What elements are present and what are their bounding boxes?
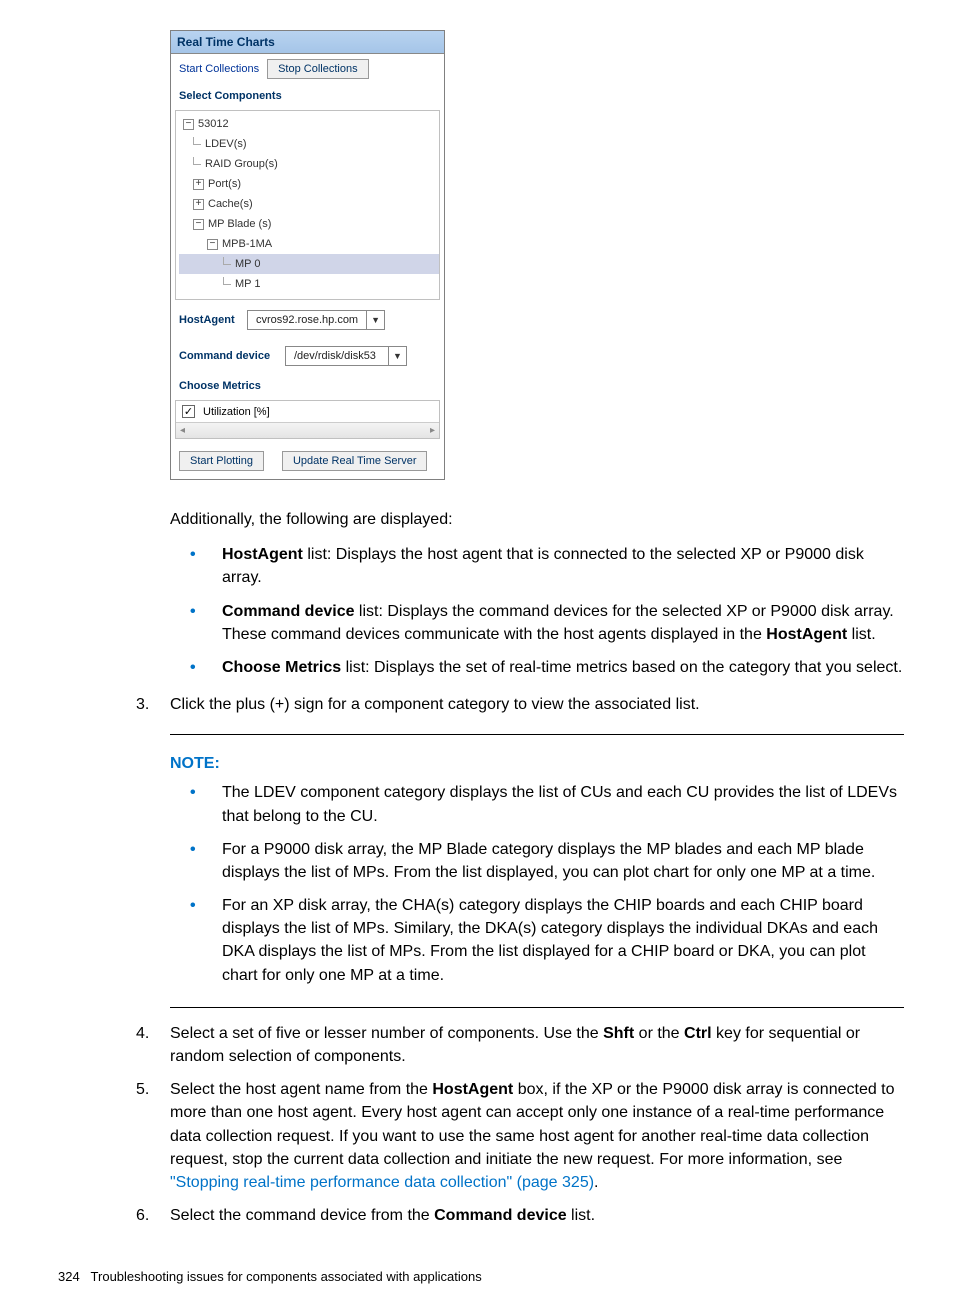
- list-item: HostAgent list: Displays the host agent …: [190, 543, 904, 589]
- hostagent-row: HostAgent cvros92.rose.hp.com ▼: [171, 302, 444, 338]
- step-3: Click the plus (+) sign for a component …: [130, 693, 904, 716]
- note-heading: NOTE:: [170, 755, 904, 773]
- realtime-charts-panel: Real Time Charts Start Collections Stop …: [170, 30, 445, 480]
- component-tree[interactable]: − 53012 LDEV(s) RAID Group(s) + Port(s) …: [175, 110, 440, 300]
- tree-node-label: LDEV(s): [205, 138, 247, 150]
- collections-toolbar: Start Collections Stop Collections: [171, 54, 444, 84]
- step-list-first: Click the plus (+) sign for a component …: [130, 693, 904, 716]
- select-components-label: Select Components: [171, 84, 444, 108]
- tree-node-label: MPB-1MA: [222, 238, 272, 250]
- display-list: HostAgent list: Displays the host agent …: [190, 543, 904, 679]
- expand-icon[interactable]: +: [193, 179, 204, 190]
- hostagent-label: HostAgent: [179, 314, 247, 326]
- expand-icon[interactable]: +: [193, 199, 204, 210]
- choose-metrics-label: Choose Metrics: [171, 374, 444, 398]
- chevron-down-icon[interactable]: ▼: [366, 311, 384, 329]
- tree-node-mpb1ma[interactable]: − MPB-1MA: [179, 234, 439, 254]
- list-item: For an XP disk array, the CHA(s) categor…: [190, 894, 904, 987]
- tree-node-label: 53012: [198, 118, 229, 130]
- list-item: Choose Metrics list: Displays the set of…: [190, 656, 904, 679]
- scroll-left-icon[interactable]: ◂: [180, 425, 185, 436]
- command-device-row: Command device /dev/rdisk/disk53 ▼: [171, 338, 444, 374]
- command-device-label: Command device: [179, 350, 285, 362]
- step-list-second: Select a set of five or lesser number of…: [130, 1022, 904, 1228]
- update-realtime-server-button[interactable]: Update Real Time Server: [282, 451, 428, 471]
- step-6: Select the command device from the Comma…: [130, 1204, 904, 1227]
- footer-title: Troubleshooting issues for components as…: [91, 1269, 482, 1284]
- start-collections-link[interactable]: Start Collections: [171, 61, 267, 77]
- note-list: The LDEV component category displays the…: [190, 781, 904, 987]
- tree-node-cache[interactable]: + Cache(s): [179, 194, 439, 214]
- note-box: NOTE: The LDEV component category displa…: [170, 734, 904, 1008]
- tree-node-mpblade[interactable]: − MP Blade (s): [179, 214, 439, 234]
- tree-node-label: Cache(s): [208, 198, 253, 210]
- branch-icon: [193, 137, 201, 145]
- command-device-value: /dev/rdisk/disk53: [286, 350, 388, 362]
- start-plotting-button[interactable]: Start Plotting: [179, 451, 264, 471]
- tree-node-mp0[interactable]: MP 0: [179, 254, 439, 274]
- metrics-list: ✓ Utilization [%] ◂ ▸: [175, 400, 440, 439]
- metric-utilization[interactable]: ✓ Utilization [%]: [176, 401, 439, 422]
- tree-node-label: MP 1: [235, 278, 260, 290]
- step-5: Select the host agent name from the Host…: [130, 1078, 904, 1194]
- list-item: Command device list: Displays the comman…: [190, 600, 904, 646]
- action-row: Start Plotting Update Real Time Server: [171, 443, 444, 479]
- metric-label: Utilization [%]: [203, 406, 270, 418]
- stop-collections-button[interactable]: Stop Collections: [267, 59, 369, 79]
- collapse-icon[interactable]: −: [207, 239, 218, 250]
- list-item: For a P9000 disk array, the MP Blade cat…: [190, 838, 904, 884]
- tree-node-mp1[interactable]: MP 1: [179, 274, 439, 294]
- tree-node-root[interactable]: − 53012: [179, 114, 439, 134]
- scrollbar[interactable]: ◂ ▸: [176, 422, 439, 438]
- list-item: The LDEV component category displays the…: [190, 781, 904, 827]
- page-footer: 324 Troubleshooting issues for component…: [58, 1269, 904, 1284]
- page-number: 324: [58, 1269, 80, 1284]
- hostagent-select[interactable]: cvros92.rose.hp.com ▼: [247, 310, 385, 330]
- branch-icon: [193, 157, 201, 165]
- collapse-icon[interactable]: −: [193, 219, 204, 230]
- chevron-down-icon[interactable]: ▼: [388, 347, 406, 365]
- tree-node-label: MP 0: [235, 258, 260, 270]
- step-4: Select a set of five or lesser number of…: [130, 1022, 904, 1068]
- branch-icon: [223, 257, 231, 265]
- branch-icon: [223, 277, 231, 285]
- collapse-icon[interactable]: −: [183, 119, 194, 130]
- checkbox-checked-icon[interactable]: ✓: [182, 405, 195, 418]
- tree-node-ports[interactable]: + Port(s): [179, 174, 439, 194]
- tree-node-ldev[interactable]: LDEV(s): [179, 134, 439, 154]
- scroll-right-icon[interactable]: ▸: [430, 425, 435, 436]
- command-device-select[interactable]: /dev/rdisk/disk53 ▼: [285, 346, 407, 366]
- tree-node-label: RAID Group(s): [205, 158, 278, 170]
- tree-node-label: Port(s): [208, 178, 241, 190]
- tree-node-label: MP Blade (s): [208, 218, 271, 230]
- panel-title: Real Time Charts: [171, 31, 444, 54]
- cross-reference-link[interactable]: "Stopping real-time performance data col…: [170, 1174, 594, 1191]
- paragraph: Additionally, the following are displaye…: [170, 508, 904, 531]
- tree-node-raid[interactable]: RAID Group(s): [179, 154, 439, 174]
- hostagent-value: cvros92.rose.hp.com: [248, 314, 366, 326]
